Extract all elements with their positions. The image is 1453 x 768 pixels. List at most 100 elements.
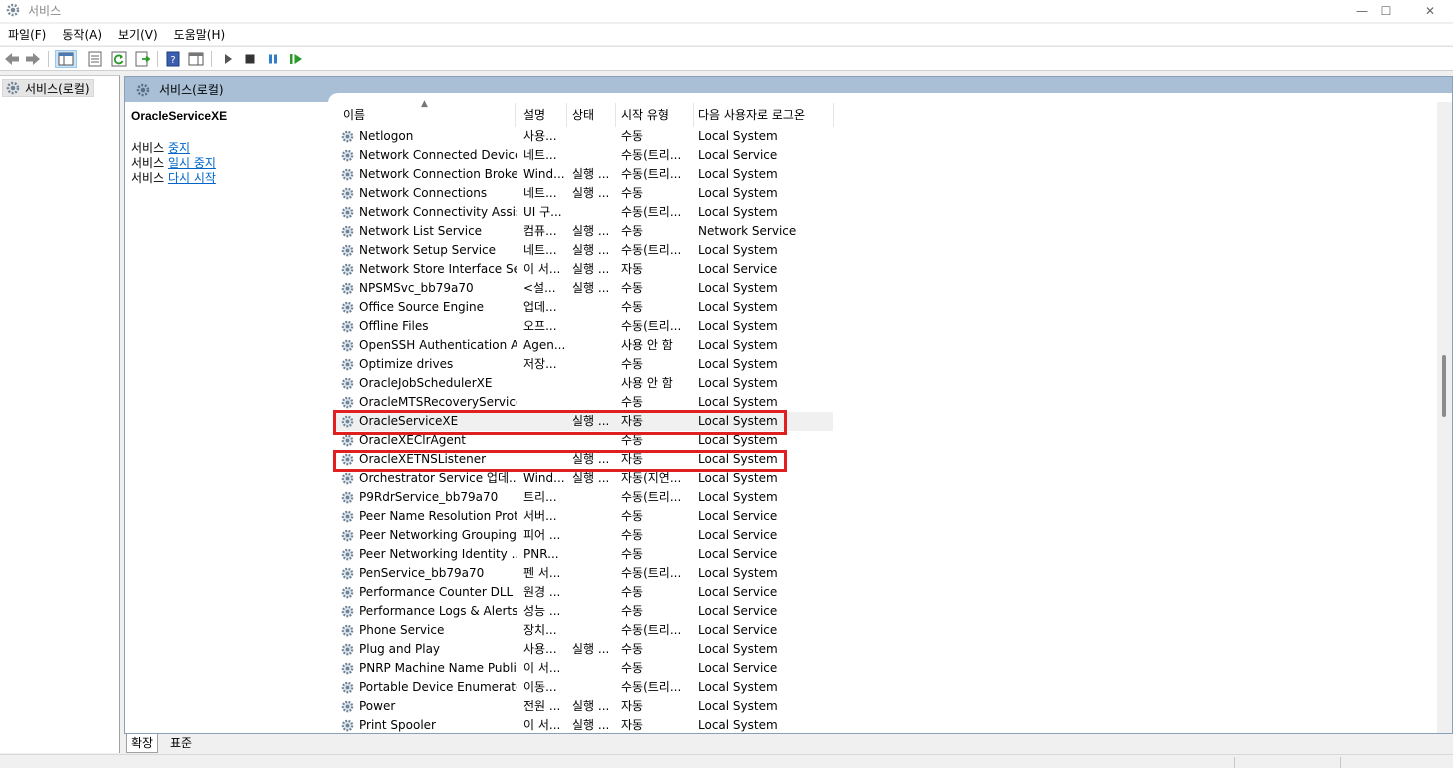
service-row[interactable]: P9RdrService_bb79a70 트리... 수동(트리... Local S… — [335, 488, 833, 507]
back-icon[interactable] — [3, 50, 21, 68]
column-header-name[interactable]: 이름 — [339, 103, 516, 127]
service-status: 실행 ... — [572, 262, 610, 276]
service-description: 전원 ... — [523, 699, 561, 713]
menu-help[interactable]: 도움말(H) — [166, 25, 234, 45]
service-row[interactable]: PenService_bb79a70 펜 서... 수동(트리... Local Sy… — [335, 564, 833, 583]
help-icon[interactable]: ? — [164, 50, 182, 68]
stop-service-icon[interactable] — [241, 50, 259, 68]
service-row[interactable]: Peer Name Resolution Prot... 서버... 수동 Local… — [335, 507, 833, 526]
service-name: Network Setup Service — [359, 243, 497, 257]
column-header-status[interactable]: 상태 — [568, 103, 616, 127]
service-log-on-as: Local System — [698, 205, 778, 219]
service-row[interactable]: PNRP Machine Name Publi... 이 서... 수동 Local … — [335, 659, 833, 678]
service-startup-type: 수동(트리... — [621, 243, 682, 257]
service-row[interactable]: Network Connectivity Assis... UI 구... 수동(트… — [335, 203, 833, 222]
service-name: Power — [359, 699, 396, 713]
service-gear-icon — [341, 377, 354, 390]
show-hide-console-tree-icon[interactable] — [55, 50, 77, 68]
service-row[interactable]: Peer Networking Grouping 피어 ... 수동 Local Se… — [335, 526, 833, 545]
service-log-on-as: Local System — [698, 186, 778, 200]
toolbar: ? — [0, 46, 1453, 71]
menu-view[interactable]: 보기(V) — [110, 25, 166, 45]
service-startup-type: 자동 — [621, 718, 644, 732]
title-bar: 서비스 — ☐ ✕ — [0, 0, 1453, 22]
service-log-on-as: Local System — [698, 718, 778, 732]
service-log-on-as: Local System — [698, 699, 778, 713]
service-gear-icon — [341, 510, 354, 523]
service-row[interactable]: Print Spooler 이 서... 실행 ... 자동 Local System — [335, 716, 833, 733]
properties-icon[interactable] — [86, 50, 104, 68]
service-name: PNRP Machine Name Publi... — [359, 661, 517, 675]
status-bar — [0, 754, 1453, 768]
service-row[interactable]: OpenSSH Authentication A... Agen... 사용 안 함… — [335, 336, 833, 355]
service-gear-icon — [341, 320, 354, 333]
service-name: OpenSSH Authentication A... — [359, 338, 517, 352]
menu-file[interactable]: 파일(F) — [0, 25, 54, 45]
service-row[interactable]: Performance Logs & Alerts 성능 ... 수동 Local S… — [335, 602, 833, 621]
service-row[interactable]: Network Connection Broker Wind... 실행 ... 수동… — [335, 165, 833, 184]
services-gear-icon — [6, 81, 20, 95]
service-name: Network Store Interface Se... — [359, 262, 517, 276]
service-row[interactable]: Office Source Engine 업데... 수동 Local System — [335, 298, 833, 317]
service-row[interactable]: Network List Service 컴퓨... 실행 ... 수동 Network… — [335, 222, 833, 241]
service-status: 실행 ... — [572, 243, 610, 257]
tab-extended[interactable]: 확장 — [126, 734, 159, 753]
maximize-button[interactable]: ☐ — [1363, 0, 1409, 22]
forward-icon[interactable] — [24, 50, 42, 68]
service-row[interactable]: NPSMSvc_bb79a70 <설... 실행 ... 수동 Local System — [335, 279, 833, 298]
service-status: 실행 ... — [572, 718, 610, 732]
service-row[interactable]: Plug and Play 사용... 실행 ... 수동 Local System — [335, 640, 833, 659]
menu-action[interactable]: 동작(A) — [54, 25, 110, 45]
service-gear-icon — [341, 491, 354, 504]
service-row[interactable]: Netlogon 사용... 수동 Local System — [335, 127, 833, 146]
stop-service-link[interactable]: 중지 — [168, 141, 190, 155]
service-row[interactable]: OracleJobSchedulerXE 사용 안 함 Local System — [335, 374, 833, 393]
restart-service-link[interactable]: 다시 시작 — [168, 171, 216, 185]
service-row[interactable]: Network Connections 네트... 실행 ... 수동 Local Sy… — [335, 184, 833, 203]
service-gear-icon — [341, 624, 354, 637]
service-log-on-as: Local Service — [698, 604, 778, 618]
services-gear-icon — [136, 83, 150, 96]
service-row[interactable]: Power 전원 ... 실행 ... 자동 Local System — [335, 697, 833, 716]
service-description: 피어 ... — [523, 528, 561, 542]
service-row[interactable]: Optimize drives 저장... 수동 Local System — [335, 355, 833, 374]
highlight-oraclexetnslistener — [333, 450, 787, 472]
service-name: NPSMSvc_bb79a70 — [359, 281, 474, 295]
tree-node-services-local[interactable]: 서비스(로컬) — [2, 79, 94, 97]
show-hide-action-pane-icon[interactable] — [187, 50, 205, 68]
service-name: P9RdrService_bb79a70 — [359, 490, 499, 504]
pause-service-link[interactable]: 일시 중지 — [168, 156, 216, 170]
pause-service-icon[interactable] — [264, 50, 282, 68]
export-list-icon[interactable] — [134, 50, 152, 68]
service-row[interactable]: Peer Networking Identity ... PNR... 수동 Loca… — [335, 545, 833, 564]
service-row[interactable]: Portable Device Enumerato... 이동... 수동(트리..… — [335, 678, 833, 697]
start-service-icon[interactable] — [219, 50, 237, 68]
column-header-log-on-as[interactable]: 다음 사용자로 로그온 — [694, 103, 834, 127]
restart-service-icon[interactable] — [287, 50, 305, 68]
service-gear-icon — [341, 567, 354, 580]
service-description: 네트... — [523, 186, 557, 200]
service-log-on-as: Local Service — [698, 148, 778, 162]
column-header-startup-type[interactable]: 시작 유형 — [617, 103, 694, 127]
service-log-on-as: Local Service — [698, 585, 778, 599]
service-row[interactable]: Offline Files 오프... 수동(트리... Local System — [335, 317, 833, 336]
service-description: 장치... — [523, 623, 557, 637]
service-row[interactable]: Network Setup Service 네트... 실행 ... 수동(트리...… — [335, 241, 833, 260]
close-button[interactable]: ✕ — [1407, 0, 1453, 22]
service-startup-type: 수동 — [621, 300, 644, 314]
service-name: Network Connections — [359, 186, 488, 200]
service-description: 네트... — [523, 148, 557, 162]
refresh-icon[interactable] — [110, 50, 128, 68]
service-row[interactable]: Network Store Interface Se... 이 서... 실행 ..… — [335, 260, 833, 279]
service-gear-icon — [341, 605, 354, 618]
tab-standard[interactable]: 표준 — [166, 734, 196, 753]
scrollbar-thumb[interactable] — [1442, 355, 1446, 417]
service-row[interactable]: Performance Counter DLL ... 원경 ... 수동 Local… — [335, 583, 833, 602]
service-row[interactable]: Network Connected Devices... 네트... 수동(트리..… — [335, 146, 833, 165]
service-gear-icon — [341, 130, 354, 143]
service-log-on-as: Local Service — [698, 547, 778, 561]
column-header-description[interactable]: 설명 — [519, 103, 567, 127]
service-gear-icon — [341, 529, 354, 542]
service-row[interactable]: Phone Service 장치... 수동(트리... Local Service — [335, 621, 833, 640]
vertical-scrollbar[interactable] — [1437, 102, 1452, 733]
